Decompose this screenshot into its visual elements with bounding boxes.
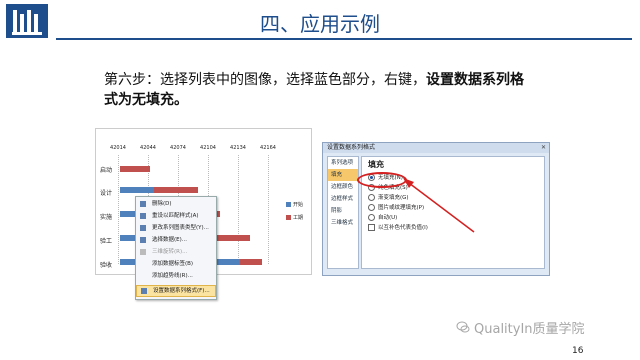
page-number: 16: [572, 346, 584, 356]
wechat-icon: [456, 321, 470, 333]
watermark-text: QualityIn质量学院: [474, 322, 585, 337]
red-arrow-icon: [403, 178, 475, 233]
